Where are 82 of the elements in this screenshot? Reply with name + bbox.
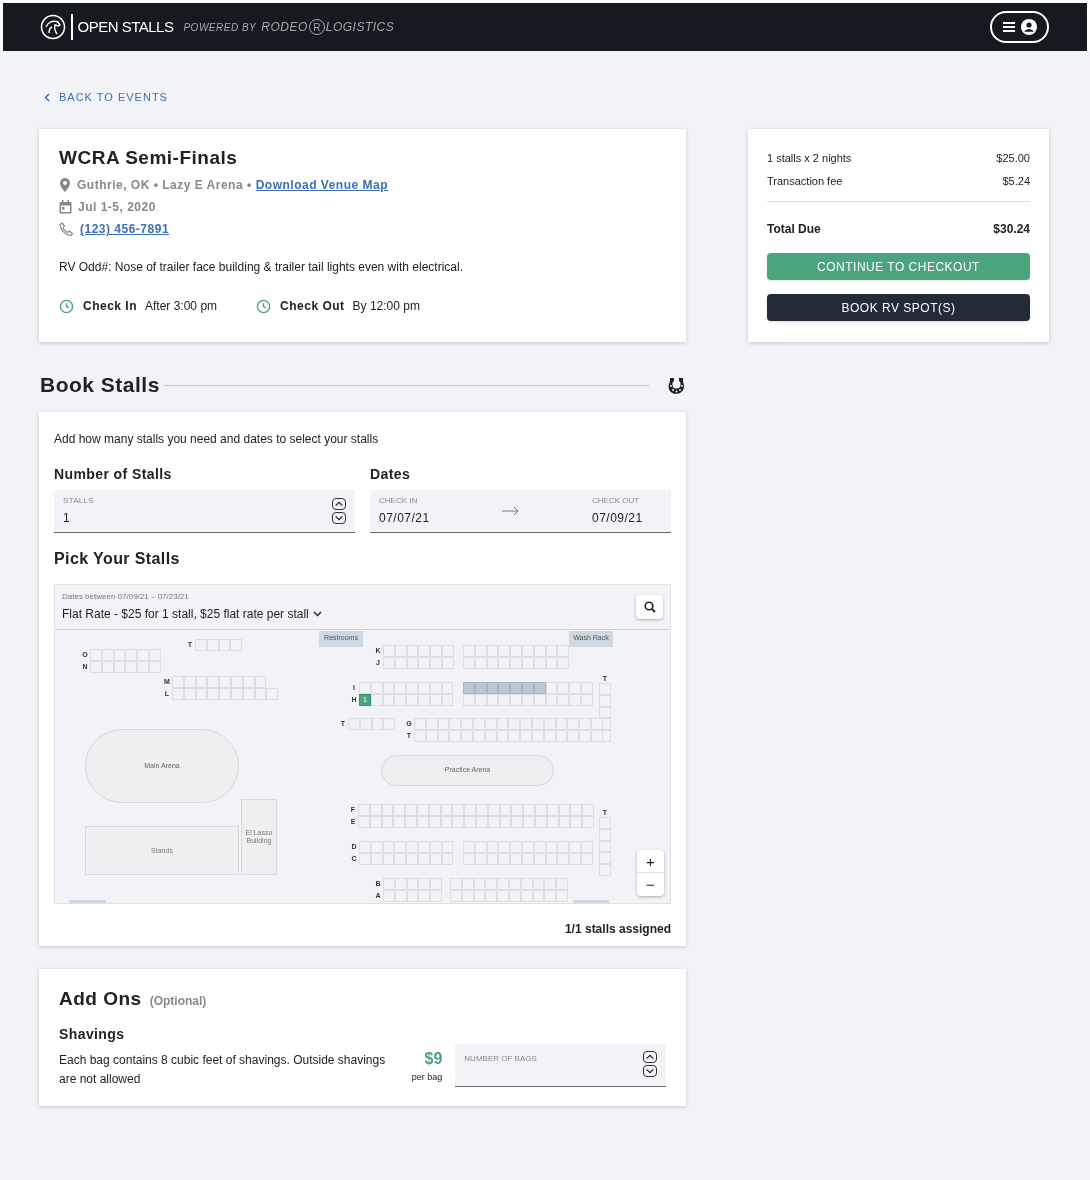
search-icon [643, 601, 656, 613]
menu-icon [1002, 21, 1016, 33]
map-date-range: Dates between 07/09/21 – 07/23/21 [62, 591, 190, 603]
event-title: WCRA Semi-Finals [59, 146, 239, 170]
event-note: RV Odd#: Nose of trailer face building & trailer tail lights even with electrical. [59, 259, 464, 276]
add-on-name: Shavings [59, 1024, 126, 1044]
total-label: Total Due [767, 221, 821, 238]
optional-tag: (Optional) [149, 992, 207, 1010]
stall-cell[interactable] [533, 682, 546, 694]
stall-cell[interactable] [474, 682, 487, 694]
summary-line-label: 1 stalls x 2 nights [767, 151, 852, 166]
calendar-icon [59, 200, 72, 214]
stalls-heading: Number of Stalls [54, 465, 173, 484]
field-label: CHECK IN [379, 495, 419, 507]
chevron-left-icon [44, 92, 50, 102]
stall-cell[interactable] [463, 693, 475, 706]
partner-name: RODEO [261, 19, 308, 36]
stalls-assigned-count: 1/1 stalls assigned [564, 921, 671, 938]
field-value: 07/07/21 [379, 510, 430, 527]
zoom-in-button[interactable]: + [637, 850, 664, 873]
total-amount: $30.24 [993, 221, 1030, 238]
back-link[interactable]: BACK TO EVENTS [39, 89, 1090, 105]
summary-line-amount: $25.00 [996, 151, 1030, 166]
stall-cell[interactable] [359, 682, 371, 694]
chevron-down-icon[interactable] [643, 1064, 657, 1077]
arrow-right-icon [501, 506, 520, 516]
check-in-label: Check In [83, 298, 137, 315]
stall-cell[interactable] [557, 645, 570, 657]
chevron-down-icon[interactable] [332, 512, 346, 524]
user-icon [1021, 19, 1037, 35]
check-out-label: Check Out [280, 298, 345, 315]
zoom-out-button[interactable]: − [637, 873, 664, 896]
stall-cell[interactable] [522, 682, 534, 694]
location-pin-icon [59, 178, 71, 192]
search-button[interactable] [636, 595, 663, 619]
field-value: 1 [63, 510, 71, 527]
phone-icon [59, 222, 74, 236]
stall-cell[interactable] [510, 682, 522, 694]
rate-dropdown[interactable]: Flat Rate - $25 for 1 stall, $25 flat rate per stall [62, 605, 322, 623]
check-out-time: By 12:00 pm [352, 298, 420, 315]
clock-icon [256, 298, 272, 314]
bags-input[interactable]: NUMBER OF BAGS [464, 1052, 615, 1065]
bags-field[interactable]: NUMBER OF BAGS [455, 1043, 666, 1087]
stall-cell[interactable] [486, 682, 499, 694]
stalls-field[interactable]: STALLS 1 [54, 490, 355, 533]
stall-cell[interactable] [463, 682, 475, 694]
event-dates: Jul 1-5, 2020 [78, 199, 156, 216]
booking-intro: Add how many stalls you need and dates to select your stalls [54, 431, 380, 448]
chevron-up-icon[interactable] [332, 498, 346, 510]
check-in-time: After 3:00 pm [145, 298, 218, 315]
date-range-field[interactable]: CHECK IN 07/07/21 CHECK OUT 07/09/21 [370, 490, 671, 533]
add-on-price: $9 [424, 1048, 443, 1069]
section-title: Book Stalls [39, 372, 160, 399]
stall-cell[interactable] [498, 682, 511, 694]
add-ons-title: Add Ons [59, 987, 142, 1011]
powered-by-text: POWERED BY [183, 20, 257, 35]
pick-stalls-heading: Pick Your Stalls [54, 549, 181, 569]
field-value: 07/09/21 [592, 510, 644, 527]
add-on-description: Each bag contains 8 cubic feet of shavings. Outside shavings are not allowed [59, 1051, 387, 1088]
chevron-down-icon [312, 611, 322, 617]
brand-name: OPEN STALLS [77, 16, 174, 37]
horse-head-icon [40, 14, 66, 40]
partner-name: LOGISTICS [325, 19, 395, 36]
book-rv-button[interactable]: BOOK RV SPOT(S) [767, 294, 1030, 321]
dates-heading: Dates [370, 465, 412, 484]
venue-map-link[interactable]: Download Venue Map [255, 176, 389, 194]
clock-icon [59, 298, 74, 314]
field-label: CHECK OUT [592, 495, 641, 507]
stall-cell[interactable] [510, 693, 522, 706]
summary-line-label: Transaction fee [767, 174, 843, 189]
horseshoe-icon [667, 375, 686, 395]
map-marker [573, 900, 609, 903]
price-unit: per bag [411, 1070, 443, 1084]
map-marker [69, 900, 106, 903]
chevron-up-icon[interactable] [643, 1050, 657, 1063]
account-menu-button[interactable] [990, 11, 1049, 43]
stall-cell[interactable] [545, 682, 558, 694]
stall-cell[interactable] [370, 682, 383, 694]
summary-line-amount: $5.24 [1002, 174, 1030, 189]
field-label: STALLS [63, 495, 94, 507]
event-location: Guthrie, OK • Lazy E Arena • [77, 177, 252, 194]
phone-link[interactable]: (123) 456-7891 [80, 220, 170, 238]
